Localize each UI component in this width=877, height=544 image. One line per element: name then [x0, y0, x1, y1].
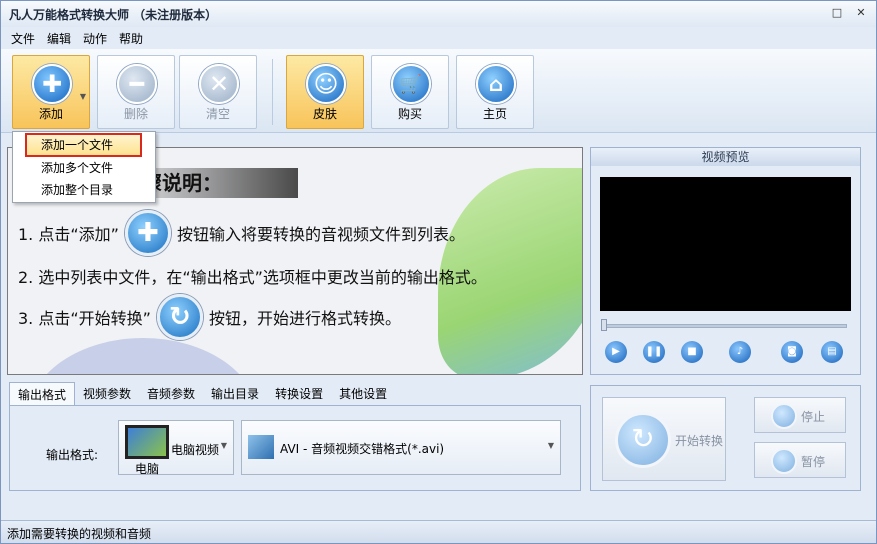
window-title: 凡人万能格式转换大师 （未注册版本）	[9, 8, 218, 22]
step-3: 3. 点击“开始转换” ↻ 按钮，开始进行格式转换。	[18, 294, 401, 340]
format-value: AVI - 音频视频交错格式(*.avi)	[280, 442, 445, 456]
step-2-text: 2. 选中列表中文件，在“输出格式”选项框中更改当前的输出格式。	[18, 268, 487, 287]
buy-button[interactable]: 🛒 购买	[371, 55, 449, 129]
cart-icon: 🛒	[391, 64, 431, 104]
stop-button[interactable]: 停止	[754, 397, 846, 433]
decor-blue-curve	[28, 338, 258, 374]
output-format-panel: 输出格式: 电脑视频 电脑 ▼ AVI - 音频视频交错格式(*.avi) ▼	[9, 405, 581, 491]
status-text: 添加需要转换的视频和音频	[7, 527, 152, 541]
stop-icon[interactable]: ■	[681, 341, 703, 363]
snapshot-icon[interactable]: ◙	[781, 341, 803, 363]
device-value: 电脑视频	[171, 443, 220, 457]
convert-arrow-icon: ↻	[615, 412, 671, 468]
plus-icon: ✚	[124, 210, 171, 256]
add-directory-item[interactable]: 添加整个目录	[13, 179, 155, 201]
step-1-text-a: 1. 点击“添加”	[18, 225, 119, 244]
delete-button[interactable]: ━ 删除	[97, 55, 175, 129]
plus-icon: ✚	[32, 64, 72, 104]
stop-icon	[771, 403, 797, 429]
preview-title: 视频预览	[591, 148, 860, 166]
seek-bar[interactable]	[603, 324, 847, 328]
pause-label: 暂停	[801, 455, 826, 469]
tab-output-dir[interactable]: 输出目录	[203, 382, 267, 406]
menu-file[interactable]: 文件	[7, 28, 39, 48]
add-one-file-item[interactable]: 添加一个文件	[25, 133, 142, 157]
step-1-text-b: 按钮输入将要转换的音视频文件到列表。	[176, 225, 465, 244]
tab-audio-params[interactable]: 音频参数	[139, 382, 203, 406]
output-format-label: 输出格式:	[46, 448, 99, 462]
tab-convert-settings[interactable]: 转换设置	[267, 382, 331, 406]
title-bar: 凡人万能格式转换大师 （未注册版本） □ ✕	[1, 1, 876, 27]
device-sub-label: 电脑	[135, 462, 160, 476]
clear-button[interactable]: ✕ 清空	[179, 55, 257, 129]
seek-thumb[interactable]	[601, 319, 607, 331]
step-3-text-b: 按钮，开始进行格式转换。	[208, 309, 401, 328]
app-window: 凡人万能格式转换大师 （未注册版本） □ ✕ 文件 编辑 动作 帮助 ✚ ▼ 添…	[0, 0, 877, 544]
pause-icon[interactable]: ❚❚	[643, 341, 665, 363]
convert-panel: ↻ 开始转换 停止 暂停	[590, 385, 861, 491]
volume-icon[interactable]: ♪	[729, 341, 751, 363]
clear-label: 清空	[205, 107, 230, 121]
start-convert-label: 开始转换	[675, 434, 724, 448]
home-button[interactable]: ⌂ 主页	[456, 55, 534, 129]
monitor-icon	[125, 425, 169, 459]
video-screen	[600, 177, 851, 311]
home-icon: ⌂	[476, 64, 516, 104]
start-convert-button[interactable]: ↻ 开始转换	[602, 397, 726, 481]
video-preview-panel: 视频预览 ▶ ❚❚ ■ ♪ ◙ ▤	[590, 147, 861, 375]
step-2: 2. 选中列表中文件，在“输出格式”选项框中更改当前的输出格式。	[18, 264, 487, 288]
status-bar: 添加需要转换的视频和音频	[1, 520, 876, 543]
menu-edit[interactable]: 编辑	[43, 28, 75, 48]
add-multiple-files-item[interactable]: 添加多个文件	[13, 157, 155, 179]
step-1: 1. 点击“添加” ✚ 按钮输入将要转换的音视频文件到列表。	[18, 210, 465, 256]
device-select[interactable]: 电脑视频 电脑 ▼	[118, 420, 234, 476]
smiley-icon: ☺	[306, 64, 346, 104]
format-select[interactable]: AVI - 音频视频交错格式(*.avi) ▼	[241, 420, 561, 475]
maximize-button[interactable]: □	[828, 5, 846, 21]
menu-bar: 文件 编辑 动作 帮助	[1, 28, 876, 48]
pause-icon	[771, 448, 797, 474]
folder-icon[interactable]: ▤	[821, 341, 843, 363]
step-3-text-a: 3. 点击“开始转换”	[18, 309, 151, 328]
skin-label: 皮肤	[312, 107, 337, 121]
toolbar: ✚ ▼ 添加 ━ 删除 ✕ 清空 ☺ 皮肤 🛒 购买 ⌂ 主页	[1, 49, 876, 133]
add-dropdown-menu: 添加一个文件 添加多个文件 添加整个目录	[12, 131, 156, 203]
minus-icon: ━	[117, 64, 157, 104]
stop-label: 停止	[801, 410, 826, 424]
buy-label: 购买	[397, 107, 422, 121]
chevron-down-icon: ▼	[220, 441, 227, 450]
convert-arrow-icon: ↻	[156, 294, 203, 340]
home-label: 主页	[482, 107, 507, 121]
menu-action[interactable]: 动作	[79, 28, 111, 48]
add-button[interactable]: ✚ ▼ 添加	[12, 55, 90, 129]
tab-output-format[interactable]: 输出格式	[9, 382, 76, 406]
skin-button[interactable]: ☺ 皮肤	[286, 55, 364, 129]
close-x-icon: ✕	[199, 64, 239, 104]
cube-icon	[248, 435, 274, 459]
settings-tabs: 输出格式 视频参数 音频参数 输出目录 转换设置 其他设置	[9, 382, 395, 406]
delete-label: 删除	[123, 107, 148, 121]
toolbar-separator	[272, 59, 273, 125]
play-icon[interactable]: ▶	[605, 341, 627, 363]
close-button[interactable]: ✕	[852, 5, 870, 21]
tab-video-params[interactable]: 视频参数	[75, 382, 139, 406]
chevron-down-icon: ▼	[547, 441, 554, 450]
tab-other-settings[interactable]: 其他设置	[331, 382, 395, 406]
menu-help[interactable]: 帮助	[115, 28, 147, 48]
add-label: 添加	[38, 107, 63, 121]
pause-button[interactable]: 暂停	[754, 442, 846, 478]
dropdown-arrow-icon[interactable]: ▼	[80, 92, 86, 101]
